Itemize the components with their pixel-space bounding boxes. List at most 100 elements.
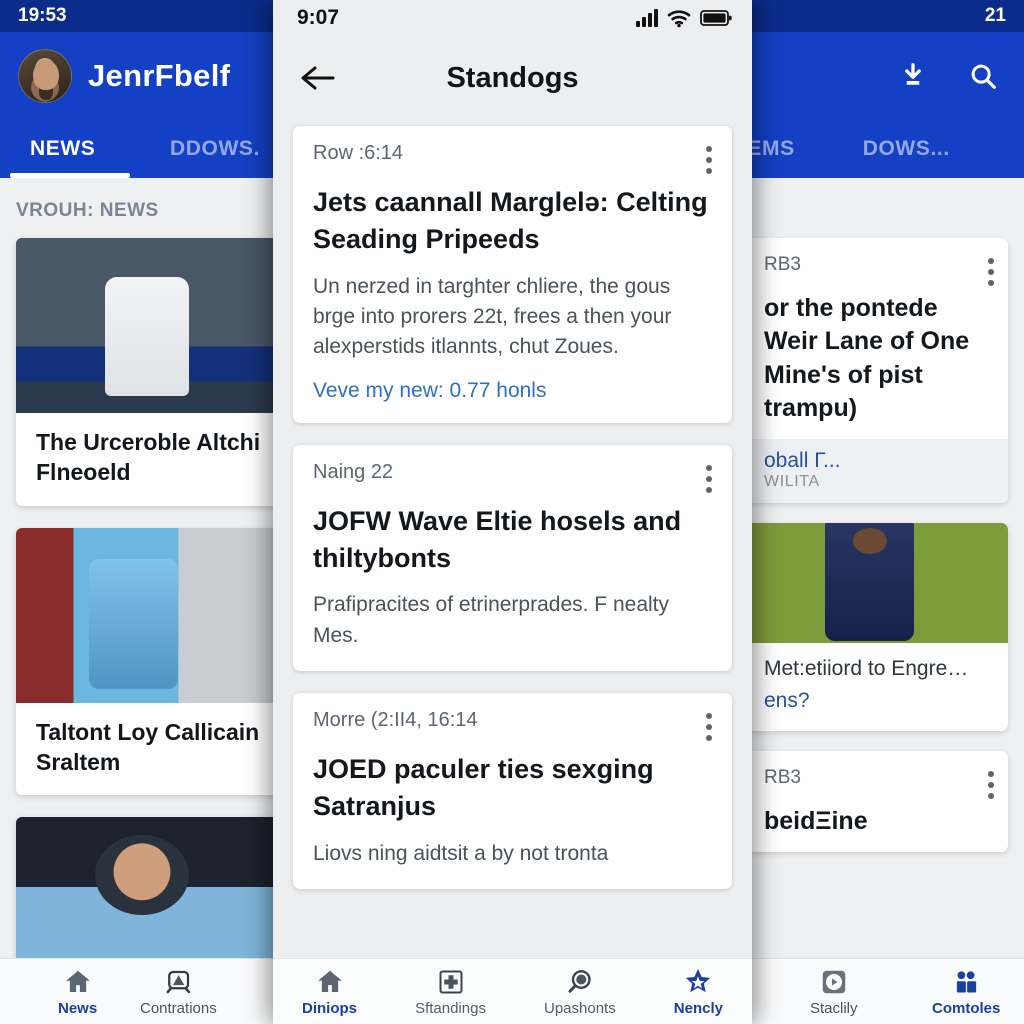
nav-item-staclily[interactable]: Staclily: [810, 967, 858, 1017]
card-body: Liovs ning aidtsit a by not tronta: [313, 841, 609, 865]
card-meta: Row :6:14: [313, 142, 404, 164]
news-thumbnail: [746, 523, 1008, 643]
kebab-menu-icon[interactable]: [988, 767, 994, 799]
news-title-line-2: Flneoeld: [36, 459, 131, 486]
nav-item-comtoles[interactable]: Comtoles: [932, 967, 1000, 1017]
overlay-app-bar: Standogs: [273, 36, 752, 120]
screen-root: 19:53 21 JenrFbelf NEWS DDOWS. SERIEMS D: [0, 0, 1024, 1024]
overlay-bottom-nav: Diniops Sftandings Upashonts Nencly: [273, 958, 752, 1024]
right-news-column: RB3 or the pontede Weir Lane of One Mine…: [746, 238, 1008, 872]
overlay-card-header: Morre (2:II4, 16:14: [313, 709, 712, 742]
news-source: RB3: [764, 254, 801, 275]
news-title-line-1: or the pontede: [764, 294, 938, 322]
overlay-status-icons: [636, 9, 732, 28]
search-icon[interactable]: [968, 61, 998, 91]
news-subtext: WILITA: [764, 473, 820, 490]
nav-label: Contrations: [140, 999, 217, 1017]
compass-icon: [166, 970, 191, 993]
back-arrow-icon[interactable]: [291, 52, 343, 104]
news-card-body: or the pontede Weir Lane of One Mine's o…: [746, 286, 1008, 439]
overlay-card[interactable]: Naing 22 JOFW Wave Eltie hosels and thil…: [293, 444, 732, 672]
kebab-menu-icon[interactable]: [706, 709, 712, 742]
overlay-status-bar: 9:07: [273, 0, 752, 36]
nav-item-upashonts[interactable]: Upashonts: [544, 967, 616, 1017]
news-title-line-1: beidΞine: [764, 807, 868, 835]
nav-label: Diniops: [302, 999, 358, 1017]
status-bar-time: 19:53: [18, 5, 67, 26]
kebab-menu-icon[interactable]: [706, 142, 712, 174]
search-circle-icon: [568, 969, 591, 993]
overlay-status-time: 9:07: [297, 6, 340, 29]
download-icon[interactable]: [898, 61, 928, 91]
nav-label: News: [58, 999, 98, 1017]
kebab-menu-icon[interactable]: [988, 254, 994, 286]
avatar[interactable]: [18, 49, 72, 103]
overlay-card-list: Row :6:14 Jets caannall Marglelə: Celtin…: [273, 120, 752, 958]
card-meta: Morre (2:II4, 16:14: [313, 709, 478, 732]
wifi-icon: [667, 9, 691, 27]
news-thumbnail: [16, 527, 278, 703]
people-icon: [957, 970, 977, 992]
nav-item-sftandings[interactable]: Sftandings: [415, 967, 486, 1017]
news-title-line-2: Sraltem: [36, 749, 121, 776]
nav-label: Staclily: [810, 999, 858, 1017]
overlay-panel: 9:07 Standogs Row:6:14 Jets caannall Ma…: [273, 0, 752, 1024]
overlay-card[interactable]: Morre (2:II4, 16:14 JOED paculer ties se…: [293, 693, 732, 890]
news-card[interactable]: RB3 beidΞine: [746, 751, 1008, 853]
news-card[interactable]: The Urceroble Altchi Flneoeld: [16, 238, 278, 506]
nav-item-news[interactable]: News: [58, 967, 97, 1017]
overlay-card-header: Naing 22: [313, 461, 712, 493]
overlay-card-header: Row :6:14: [313, 142, 712, 174]
play-circle-icon: [822, 970, 845, 993]
card-headline: Jets caannall Marglelə: Celting Seading …: [313, 187, 708, 255]
news-question[interactable]: ens?: [746, 685, 1008, 731]
home-icon: [317, 970, 342, 992]
left-news-column: The Urceroble Altchi Flneoeld Taltont Lo…: [16, 238, 278, 1014]
nav-item-nencly[interactable]: Nencly: [674, 967, 723, 1017]
page-title: JenrFbelf: [88, 58, 231, 93]
nav-item-contrations[interactable]: Contrations: [140, 967, 217, 1017]
news-title-line-3: Mine's of pist: [764, 360, 923, 389]
news-card[interactable]: RB3 or the pontede Weir Lane of One Mine…: [746, 238, 1008, 503]
status-bar-right: 21: [985, 5, 1006, 27]
card-body: Un nerzed in targhter chliere, the gous …: [313, 274, 672, 359]
news-source: RB3: [764, 767, 801, 788]
app-bar-actions: [898, 61, 998, 91]
card-meta: Naing 22: [313, 460, 394, 483]
nav-label: Nencly: [673, 999, 723, 1017]
nav-label: Comtoles: [932, 999, 1001, 1017]
news-title-line-1: Taltont Loy Callicain: [36, 718, 260, 745]
news-card-body: beidΞine: [746, 799, 1008, 852]
overlay-title: Standogs: [446, 61, 579, 94]
news-card-footer: oball Г... WILITA: [746, 439, 1008, 503]
news-card[interactable]: Met:etiiord to Engre… ens?: [746, 523, 1008, 731]
news-title-line-1: The Urceroble Altchi: [36, 429, 261, 455]
card-headline: JOFW Wave Eltie hosels and thiltybonts: [313, 505, 682, 574]
kebab-menu-icon[interactable]: [706, 461, 712, 493]
news-card-title: The Urceroble Altchi Flneoeld: [16, 413, 278, 506]
status-bar-right-text: 21: [984, 5, 1006, 26]
news-card-header: RB3: [746, 238, 1008, 286]
nav-label: Upashonts: [544, 999, 616, 1017]
card-link[interactable]: Veve my new: 0.77 honls: [313, 379, 712, 403]
signal-bars-icon: [636, 9, 658, 27]
overlay-card[interactable]: Row :6:14 Jets caannall Marglelə: Celtin…: [293, 126, 732, 423]
tab-news[interactable]: NEWS: [24, 120, 134, 178]
card-headline: JOED paculer ties sexging Satranjus: [313, 754, 654, 822]
tab-indicator: [10, 173, 130, 178]
news-card-title: Taltont Loy Callicain Sraltem: [16, 703, 278, 796]
card-body: Prafipracites of etrinerprades. F nealty…: [313, 593, 669, 647]
news-card[interactable]: Taltont Loy Callicain Sraltem: [16, 527, 278, 796]
battery-icon: [700, 10, 732, 26]
tab-dows[interactable]: DOWS...: [857, 120, 956, 178]
plus-box-icon: [438, 969, 462, 993]
news-title-line-2: Weir Lane of One: [764, 327, 970, 356]
home-icon: [65, 970, 90, 992]
section-label: VROUH: NEWS: [16, 200, 159, 221]
nav-item-diniops[interactable]: Diniops: [302, 967, 357, 1017]
star-icon: [686, 968, 711, 992]
news-card-header: RB3: [746, 751, 1008, 799]
news-caption: Met:etiiord to Engre…: [764, 657, 969, 680]
nav-label: Sftandings: [415, 999, 486, 1017]
news-link[interactable]: oball Г...: [764, 449, 994, 473]
